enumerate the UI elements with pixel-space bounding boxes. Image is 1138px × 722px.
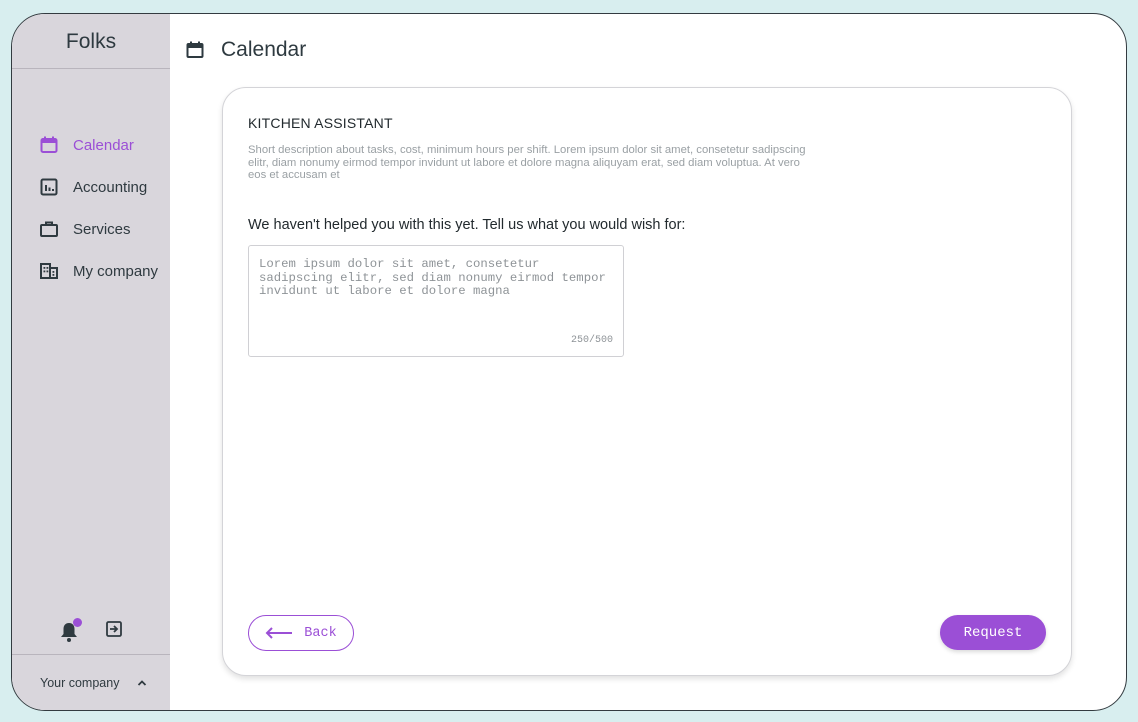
job-description: Short description about tasks, cost, min… [248, 144, 806, 181]
calendar-icon [186, 41, 204, 58]
app-window: Folks Calendar Accounting Services My co… [11, 13, 1127, 711]
request-button[interactable]: Request [940, 615, 1046, 650]
back-label: Back [304, 625, 337, 641]
building-icon [39, 261, 59, 281]
sidebar-item-label: Calendar [73, 136, 134, 154]
chevron-up-icon [138, 679, 147, 686]
page-header: Calendar [186, 38, 306, 62]
sidebar-item-label: My company [73, 262, 159, 280]
brand-logo: Folks [12, 14, 170, 69]
notifications-button[interactable] [59, 617, 82, 643]
company-switcher[interactable]: Your company [12, 654, 170, 710]
notification-badge [73, 617, 82, 627]
sidebar: Folks Calendar Accounting Services My co… [12, 14, 170, 710]
wish-textarea-container: Lorem ipsum dolor sit amet, consetetur s… [248, 245, 624, 357]
sidebar-actions [12, 617, 170, 643]
sidebar-item-accounting[interactable]: Accounting [12, 166, 170, 208]
arrow-left-icon [265, 627, 293, 639]
company-label: Your company [40, 675, 120, 690]
briefcase-icon [39, 219, 59, 239]
logout-icon [106, 621, 122, 637]
page-title: Calendar [221, 38, 307, 61]
sidebar-item-my-company[interactable]: My company [12, 250, 170, 292]
calendar-icon [39, 135, 59, 155]
wish-textarea[interactable]: Lorem ipsum dolor sit amet, consetetur s… [249, 246, 623, 356]
wish-prompt: We haven't helped you with this yet. Tel… [248, 217, 686, 233]
logout-button[interactable] [105, 620, 123, 643]
character-counter: 250/500 [570, 335, 613, 346]
sidebar-item-label: Accounting [73, 178, 148, 196]
request-card: KITCHEN ASSISTANT Short description abou… [222, 87, 1072, 676]
sidebar-nav: Calendar Accounting Services My company [12, 124, 170, 292]
job-title: KITCHEN ASSISTANT [248, 115, 393, 131]
sidebar-item-label: Services [73, 220, 131, 238]
main-content: Calendar KITCHEN ASSISTANT Short descrip… [170, 14, 1126, 710]
chart-icon [39, 177, 59, 197]
sidebar-item-calendar[interactable]: Calendar [12, 124, 170, 166]
back-button[interactable]: Back [248, 615, 354, 651]
sidebar-item-services[interactable]: Services [12, 208, 170, 250]
